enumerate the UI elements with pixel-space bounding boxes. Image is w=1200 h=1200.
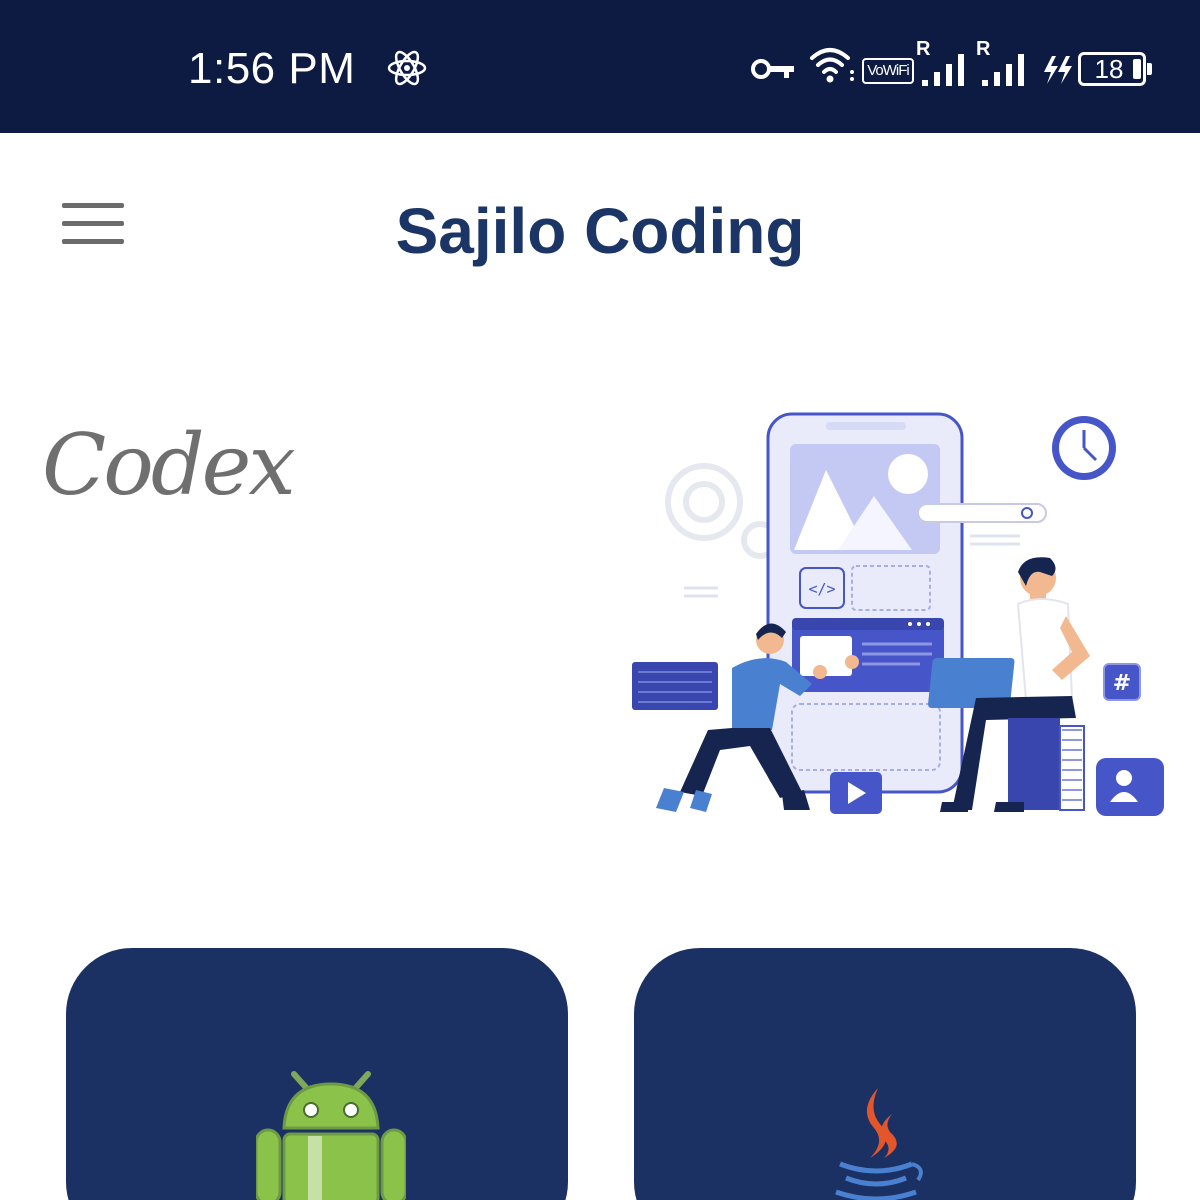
signal-icon [982,54,1024,86]
status-time: 1:56 PM [188,44,356,93]
app-bar: Sajilo Coding [0,133,1200,323]
course-card-java[interactable] [634,948,1136,1200]
charging-icon [1044,56,1072,84]
signal-icon [922,54,964,86]
android-icon [256,1071,406,1200]
battery-level: 18 [1094,54,1124,84]
wifi-icon [810,48,854,83]
page-title: Sajilo Coding [395,195,805,267]
java-icon [835,1088,923,1200]
course-card-android[interactable] [66,948,568,1200]
vowifi-indicator: VoWiFi [862,58,914,84]
codex-logo: Codex [42,416,296,514]
battery-icon: 18 [1078,52,1152,86]
vpn-key-icon [751,59,794,79]
status-bar: 1:56 PM VoWiFi R R 18 [0,0,1200,133]
atom-icon [387,50,427,86]
svg-text:</>: </> [808,580,835,598]
svg-text:#: # [1113,671,1131,696]
developers-building-mobile-app-illustration: </> # [632,412,1164,816]
